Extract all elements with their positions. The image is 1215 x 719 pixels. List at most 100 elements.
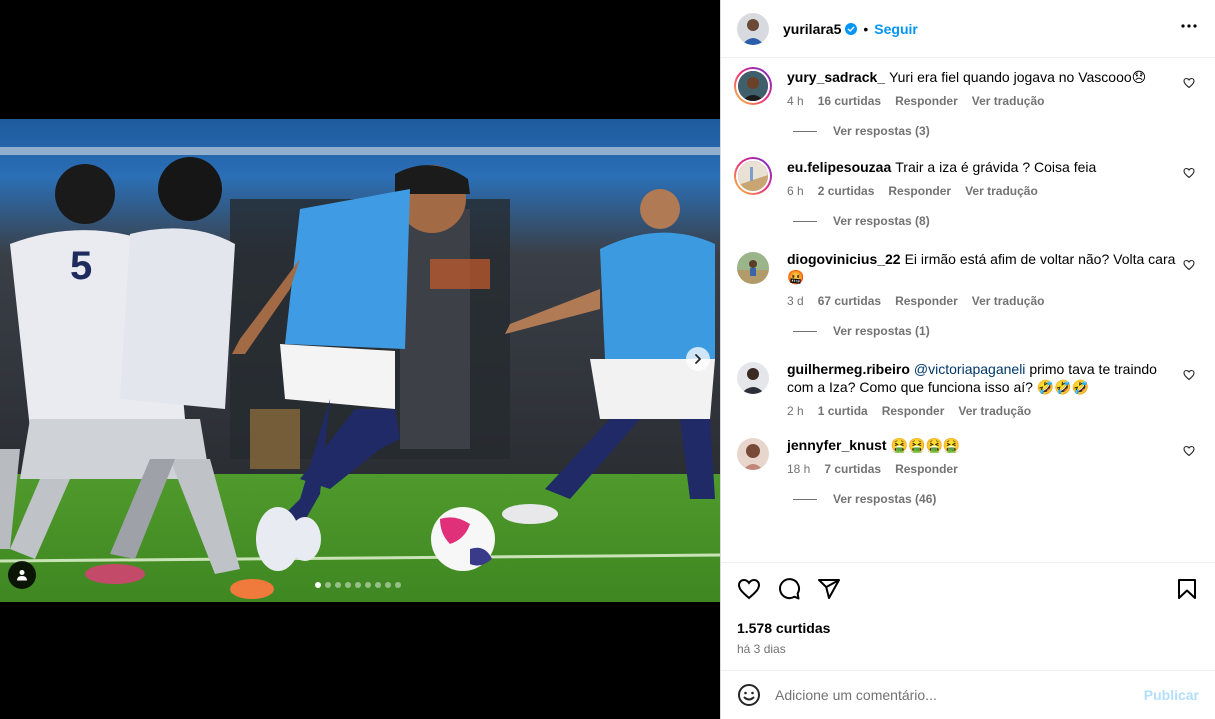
comment-likes[interactable]: 2 curtidas bbox=[818, 184, 875, 198]
comment-item: eu.felipesouzaa Trair a iza é grávida ? C… bbox=[734, 138, 1205, 198]
comment-username[interactable]: diogovinicius_22 bbox=[787, 251, 901, 267]
translate-button[interactable]: Ver tradução bbox=[972, 94, 1045, 108]
carousel-next-button[interactable] bbox=[686, 347, 710, 371]
view-replies-button[interactable]: Ver respostas (8) bbox=[793, 214, 1205, 228]
commenter-avatar[interactable] bbox=[734, 157, 772, 195]
comment-time[interactable]: 2 h bbox=[787, 404, 804, 418]
comment-username[interactable]: yury_sadrack_ bbox=[787, 69, 885, 85]
translate-button[interactable]: Ver tradução bbox=[958, 404, 1031, 418]
share-button[interactable] bbox=[817, 577, 841, 601]
reply-button[interactable]: Responder bbox=[882, 404, 945, 418]
comment-like-button[interactable] bbox=[1183, 368, 1195, 386]
view-replies-label: Ver respostas (1) bbox=[833, 324, 930, 338]
carousel-indicator bbox=[0, 582, 718, 588]
comment-like-button[interactable] bbox=[1183, 166, 1195, 184]
heart-icon bbox=[1183, 77, 1195, 89]
comment-time[interactable]: 3 d bbox=[787, 294, 804, 308]
more-icon bbox=[1181, 24, 1197, 28]
comment-likes[interactable]: 1 curtida bbox=[818, 404, 868, 418]
comment-input[interactable] bbox=[775, 687, 1144, 703]
post-photo[interactable]: 5 bbox=[0, 119, 720, 602]
carousel-dot bbox=[375, 582, 381, 588]
comment-meta: 3 d 67 curtidas Responder Ver tradução bbox=[787, 294, 1181, 308]
comment-body: diogovinicius_22 Ei irmão está afim de vo… bbox=[787, 250, 1205, 308]
carousel-dot bbox=[395, 582, 401, 588]
view-replies-button[interactable]: Ver respostas (46) bbox=[793, 492, 1205, 506]
comment-button[interactable] bbox=[777, 577, 801, 601]
post-likes-count[interactable]: 1.578 curtidas bbox=[721, 614, 1215, 636]
comment-text: Yuri era fiel quando jogava no Vascooo😞 bbox=[889, 69, 1147, 85]
commenter-avatar[interactable] bbox=[737, 362, 769, 394]
carousel-dot bbox=[335, 582, 341, 588]
comment-item: yury_sadrack_ Yuri era fiel quando jogava… bbox=[734, 58, 1205, 108]
comment-meta: 18 h 7 curtidas Responder bbox=[787, 462, 1181, 476]
comment-likes[interactable]: 67 curtidas bbox=[818, 294, 881, 308]
view-replies-button[interactable]: Ver respostas (3) bbox=[793, 124, 1205, 138]
comment-time[interactable]: 18 h bbox=[787, 462, 810, 476]
reply-button[interactable]: Responder bbox=[895, 94, 958, 108]
comment-body: jennyfer_knust 🤮🤮🤮🤮 18 h 7 curtidas Respo… bbox=[787, 436, 1205, 476]
view-replies-label: Ver respostas (3) bbox=[833, 124, 930, 138]
comment-username[interactable]: guilhermeg.ribeiro bbox=[787, 361, 910, 377]
view-replies-button[interactable]: Ver respostas (1) bbox=[793, 324, 1205, 338]
comment-mention[interactable]: @victoriapaganeli bbox=[914, 361, 1026, 377]
svg-text:5: 5 bbox=[70, 244, 92, 288]
author-avatar[interactable] bbox=[737, 12, 769, 45]
emoji-button[interactable] bbox=[737, 683, 761, 707]
comment-like-button[interactable] bbox=[1183, 258, 1195, 276]
comment-item: jennyfer_knust 🤮🤮🤮🤮 18 h 7 curtidas Respo… bbox=[737, 418, 1205, 476]
comment-body: guilhermeg.ribeiro @victoriapaganeli prim… bbox=[787, 360, 1205, 418]
heart-icon bbox=[737, 578, 761, 599]
share-icon bbox=[818, 578, 840, 599]
emoji-icon bbox=[738, 684, 760, 706]
reply-button[interactable]: Responder bbox=[895, 462, 958, 476]
comment-text-row: guilhermeg.ribeiro @victoriapaganeli prim… bbox=[787, 360, 1181, 396]
comment-time[interactable]: 4 h bbox=[787, 94, 804, 108]
comments-list[interactable]: yury_sadrack_ Yuri era fiel quando jogava… bbox=[721, 58, 1215, 562]
add-comment-bar: Publicar bbox=[721, 670, 1215, 719]
comment-meta: 6 h 2 curtidas Responder Ver tradução bbox=[787, 184, 1181, 198]
carousel-dot bbox=[325, 582, 331, 588]
translate-button[interactable]: Ver tradução bbox=[972, 294, 1045, 308]
comment-meta: 4 h 16 curtidas Responder Ver tradução bbox=[787, 94, 1181, 108]
like-button[interactable] bbox=[737, 577, 761, 601]
comment-body: eu.felipesouzaa Trair a iza é grávida ? C… bbox=[787, 158, 1205, 198]
user-tag-icon bbox=[17, 570, 27, 581]
header-separator: • bbox=[863, 20, 869, 37]
comment-likes[interactable]: 16 curtidas bbox=[818, 94, 881, 108]
carousel-dot bbox=[345, 582, 351, 588]
save-button[interactable] bbox=[1175, 577, 1199, 601]
comment-time[interactable]: 6 h bbox=[787, 184, 804, 198]
heart-icon bbox=[1183, 259, 1195, 271]
carousel-dot bbox=[315, 582, 321, 588]
translate-button[interactable]: Ver tradução bbox=[965, 184, 1038, 198]
comment-like-button[interactable] bbox=[1183, 444, 1195, 462]
view-replies-label: Ver respostas (8) bbox=[833, 214, 930, 228]
author-username[interactable]: yurilara5 bbox=[783, 21, 841, 37]
comment-text: 🤮🤮🤮🤮 bbox=[890, 437, 961, 453]
comment-text-row: jennyfer_knust 🤮🤮🤮🤮 bbox=[787, 436, 1181, 454]
comment-username[interactable]: eu.felipesouzaa bbox=[787, 159, 891, 175]
commenter-avatar[interactable] bbox=[734, 67, 772, 105]
commenter-avatar[interactable] bbox=[737, 252, 769, 284]
carousel-dot bbox=[365, 582, 371, 588]
commenter-avatar[interactable] bbox=[737, 438, 769, 470]
comment-likes[interactable]: 7 curtidas bbox=[824, 462, 881, 476]
publish-comment-button[interactable]: Publicar bbox=[1144, 687, 1199, 703]
post-date[interactable]: há 3 dias bbox=[721, 636, 1215, 670]
reply-button[interactable]: Responder bbox=[888, 184, 951, 198]
follow-button[interactable]: Seguir bbox=[874, 21, 918, 37]
heart-icon bbox=[1183, 167, 1195, 179]
more-options-button[interactable] bbox=[1179, 16, 1199, 41]
comment-username[interactable]: jennyfer_knust bbox=[787, 437, 887, 453]
post-side-panel: yurilara5 • Seguir yury_sadrack_ Yuri era… bbox=[720, 0, 1215, 719]
post-modal: 5 yurilara5 • Seguir yury_sadrack_ Yuri … bbox=[0, 0, 1215, 719]
comment-meta: 2 h 1 curtida Responder Ver tradução bbox=[787, 404, 1181, 418]
comment-item: guilhermeg.ribeiro @victoriapaganeli prim… bbox=[737, 338, 1205, 418]
comment-like-button[interactable] bbox=[1183, 76, 1195, 94]
reply-button[interactable]: Responder bbox=[895, 294, 958, 308]
comment-text: Trair a iza é grávida ? Coisa feia bbox=[895, 159, 1097, 175]
post-header: yurilara5 • Seguir bbox=[721, 0, 1215, 58]
post-actions-bar bbox=[721, 562, 1215, 614]
comment-text-row: eu.felipesouzaa Trair a iza é grávida ? C… bbox=[787, 158, 1181, 176]
